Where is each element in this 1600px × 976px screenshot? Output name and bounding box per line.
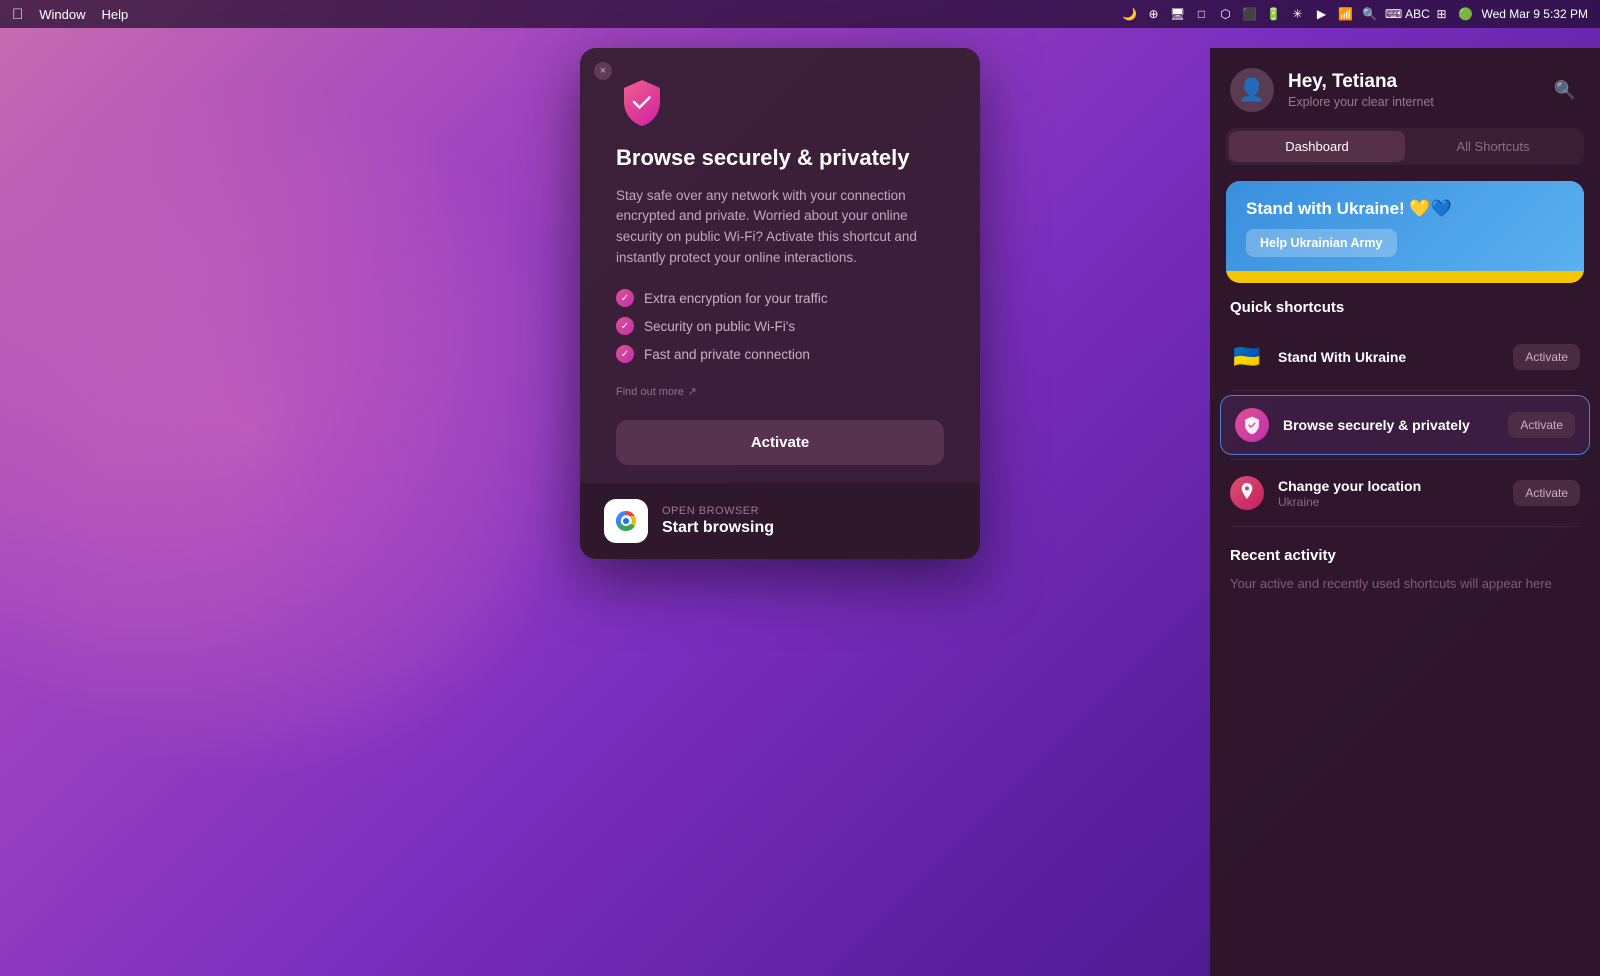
open-browser-section[interactable]: OPEN BROWSER Start browsing: [580, 483, 980, 559]
feature-list: ✓ Extra encryption for your traffic ✓ Se…: [616, 289, 944, 363]
datetime: Wed Mar 9 5:32 PM: [1482, 7, 1589, 21]
shortcut-location-name: Change your location: [1278, 477, 1499, 495]
help-army-button[interactable]: Help Ukrainian Army: [1246, 229, 1397, 257]
greeting: Hey, Tetiana: [1288, 71, 1536, 93]
user-icon: 👤: [1238, 77, 1265, 103]
airplay-icon: □: [1194, 6, 1210, 22]
shortcut-ukraine-text: Stand With Ukraine: [1278, 348, 1499, 366]
modal-description: Stay safe over any network with your con…: [616, 186, 944, 270]
shortcut-browse-name: Browse securely & privately: [1283, 416, 1494, 434]
start-browsing-label: Start browsing: [662, 519, 774, 537]
apple-menu[interactable]: : [12, 6, 23, 23]
feature-item-2: ✓ Security on public Wi-Fi's: [616, 317, 944, 335]
moon-icon: 🌙: [1122, 6, 1138, 22]
wifi-icon: 📶: [1338, 6, 1354, 22]
bluetooth-icon: ✳: [1290, 6, 1306, 22]
help-menu[interactable]: Help: [102, 7, 129, 22]
find-out-more-link[interactable]: Find out more ↗: [616, 383, 944, 398]
divider-2: [1230, 459, 1580, 460]
modal-dialog: × Browse securely & privately Stay safe …: [580, 48, 980, 559]
subtitle: Explore your clear internet: [1288, 95, 1536, 109]
search-button[interactable]: 🔍: [1550, 76, 1580, 105]
browse-activate-button[interactable]: Activate: [1508, 412, 1575, 438]
ukraine-flag-icon: 🇺🇦: [1230, 340, 1264, 374]
ukraine-title: Stand with Ukraine! 💛💙: [1246, 199, 1564, 219]
ukraine-top: Stand with Ukraine! 💛💙 Help Ukrainian Ar…: [1226, 181, 1584, 271]
panel-tabs: Dashboard All Shortcuts: [1226, 128, 1584, 165]
location-activate-button[interactable]: Activate: [1513, 480, 1580, 506]
menubar:  Window Help 🌙 ⊕ 🖥 □ ⬡ ⬛ 🔋 ✳ ▶ 📶 🔍 ⌨ AB…: [0, 0, 1600, 28]
shortcut-browse-text: Browse securely & privately: [1283, 416, 1494, 434]
abc-icon: ABC: [1410, 6, 1426, 22]
window-menu[interactable]: Window: [39, 7, 85, 22]
shortcut-location-text: Change your location Ukraine: [1278, 477, 1499, 509]
activate-button[interactable]: Activate: [616, 420, 944, 465]
panel-header: 👤 Hey, Tetiana Explore your clear intern…: [1210, 48, 1600, 128]
header-text: Hey, Tetiana Explore your clear internet: [1288, 71, 1536, 109]
modal-title: Browse securely & privately: [616, 144, 944, 172]
shortcut-item-location[interactable]: Change your location Ukraine Activate: [1210, 464, 1600, 522]
feature-item-3: ✓ Fast and private connection: [616, 345, 944, 363]
quick-shortcuts-title: Quick shortcuts: [1210, 299, 1600, 328]
divider-3: [1230, 526, 1580, 527]
ukraine-banner[interactable]: Stand with Ukraine! 💛💙 Help Ukrainian Ar…: [1226, 181, 1584, 283]
shield-icon: [616, 76, 668, 128]
divider-1: [1230, 390, 1580, 391]
open-browser-text: OPEN BROWSER Start browsing: [662, 505, 774, 537]
battery-icon: 🔋: [1266, 6, 1282, 22]
chrome-icon: [604, 499, 648, 543]
recent-activity-title: Recent activity: [1230, 547, 1580, 574]
tile-icon: ⬛: [1242, 6, 1258, 22]
search-icon[interactable]: 🔍: [1362, 6, 1378, 22]
location-icon: [1230, 476, 1264, 510]
tab-dashboard[interactable]: Dashboard: [1229, 131, 1405, 162]
play-icon: ▶: [1314, 6, 1330, 22]
tab-all-shortcuts[interactable]: All Shortcuts: [1405, 131, 1581, 162]
ukraine-yellow-bar: [1226, 271, 1584, 283]
feature-item-1: ✓ Extra encryption for your traffic: [616, 289, 944, 307]
check-icon-1: ✓: [616, 289, 634, 307]
shortcut-location-sub: Ukraine: [1278, 495, 1499, 509]
check-icon-3: ✓: [616, 345, 634, 363]
recent-activity-section: Recent activity Your active and recently…: [1210, 531, 1600, 610]
camera-icon: ⬡: [1218, 6, 1234, 22]
vpn-icon: 🟢: [1458, 6, 1474, 22]
focus-icon: ⊕: [1146, 6, 1162, 22]
arrow-icon: ↗: [688, 386, 697, 398]
shortcut-item-browse[interactable]: Browse securely & privately Activate: [1220, 395, 1590, 455]
shortcut-ukraine-name: Stand With Ukraine: [1278, 348, 1499, 366]
avatar: 👤: [1230, 68, 1274, 112]
ukraine-activate-button[interactable]: Activate: [1513, 344, 1580, 370]
recent-activity-text: Your active and recently used shortcuts …: [1230, 574, 1580, 594]
display-icon: 🖥: [1170, 6, 1186, 22]
check-icon-2: ✓: [616, 317, 634, 335]
right-panel: 👤 Hey, Tetiana Explore your clear intern…: [1210, 48, 1600, 976]
shortcut-item-ukraine[interactable]: 🇺🇦 Stand With Ukraine Activate: [1210, 328, 1600, 386]
close-button[interactable]: ×: [594, 62, 612, 80]
open-browser-label: OPEN BROWSER: [662, 505, 774, 517]
browse-shield-icon: [1235, 408, 1269, 442]
control-icon: ⊞: [1434, 6, 1450, 22]
keyboard-icon: ⌨: [1386, 6, 1402, 22]
